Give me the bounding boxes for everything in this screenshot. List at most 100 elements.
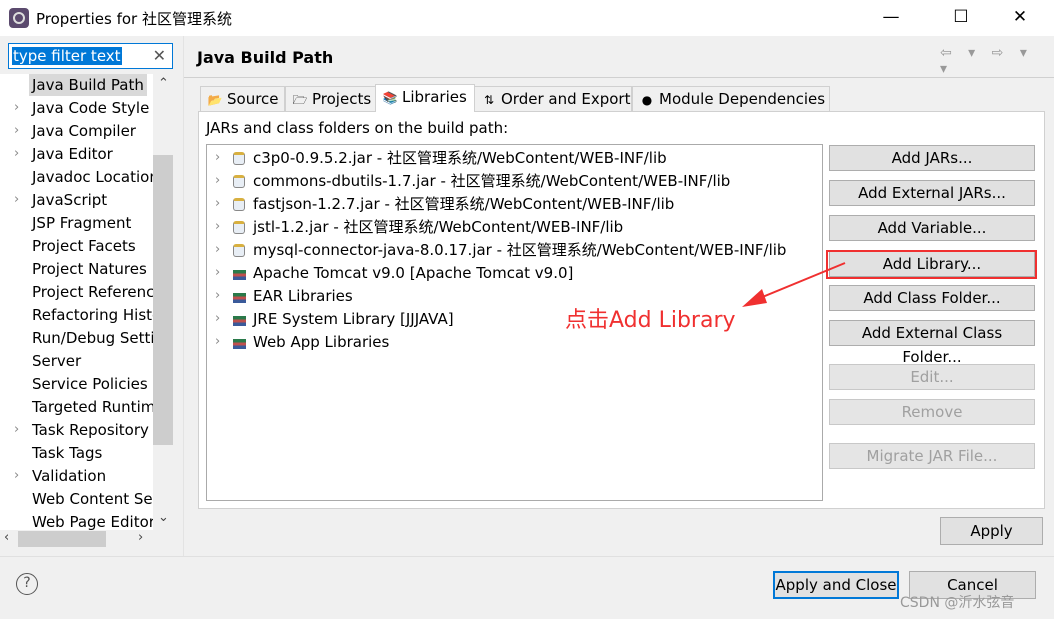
minimize-button[interactable]: — — [868, 0, 914, 36]
window-title: Properties for 社区管理系统 — [36, 10, 232, 28]
tree-item[interactable]: Project Facets — [0, 235, 153, 258]
tab-label: Projects — [312, 90, 372, 108]
tab-label: Source — [227, 90, 279, 108]
scroll-up-icon[interactable]: ⌃ — [158, 76, 169, 91]
tree-item[interactable]: › Task Repository — [0, 419, 153, 442]
clear-icon[interactable]: ✕ — [153, 46, 166, 65]
add-external-class-folder-button[interactable]: Add External Class Folder... — [829, 320, 1035, 366]
entry-label: Apache Tomcat v9.0 [Apache Tomcat v9.0] — [253, 264, 574, 282]
chevron-right-icon[interactable]: › — [14, 465, 19, 487]
chevron-right-icon[interactable]: › — [215, 308, 220, 330]
tree-item-label: Validation — [32, 467, 107, 485]
tree-item[interactable]: Project References — [0, 281, 153, 304]
eclipse-app-icon — [9, 8, 29, 28]
tree-item[interactable]: Targeted Runtimes — [0, 396, 153, 419]
tree-item[interactable]: Web Page Editor — [0, 511, 153, 530]
header-divider — [184, 77, 1054, 78]
remove-button[interactable]: Remove — [829, 399, 1035, 425]
entry-label: commons-dbutils-1.7.jar - 社区管理系统/WebCont… — [253, 172, 731, 190]
tab-label: Order and Export — [501, 90, 631, 108]
source-folder-icon: 📂 — [207, 93, 223, 107]
tree-item[interactable]: Javadoc Location — [0, 166, 153, 189]
scroll-down-icon[interactable]: ⌄ — [158, 510, 169, 525]
sash-divider[interactable] — [183, 36, 184, 556]
tab-projects[interactable]: 🗁 Projects — [285, 86, 376, 112]
filter-text[interactable]: type filter text — [12, 47, 122, 65]
add-class-folder-button[interactable]: Add Class Folder... — [829, 285, 1035, 311]
chevron-right-icon[interactable]: › — [14, 120, 19, 142]
tree-item[interactable]: › Java Compiler — [0, 120, 153, 143]
tab-module-dependencies[interactable]: ● Module Dependencies — [632, 86, 830, 112]
chevron-right-icon[interactable]: › — [215, 239, 220, 261]
tree-item[interactable]: Web Content Settings — [0, 488, 153, 511]
apply-and-close-button[interactable]: Apply and Close — [773, 571, 899, 599]
tree-item[interactable]: › Java Code Style — [0, 97, 153, 120]
tree-item[interactable]: Project Natures — [0, 258, 153, 281]
tree-item-label: JSP Fragment — [32, 214, 132, 232]
migrate-jar-button[interactable]: Migrate JAR File... — [829, 443, 1035, 469]
tree-item[interactable]: JSP Fragment — [0, 212, 153, 235]
tree-item[interactable]: Java Build Path — [0, 74, 153, 97]
scroll-right-icon[interactable]: › — [138, 530, 143, 545]
tree-item[interactable]: Refactoring History — [0, 304, 153, 327]
tree-item-label: Java Code Style — [32, 99, 150, 117]
jar-icon — [233, 198, 245, 211]
edit-button[interactable]: Edit... — [829, 364, 1035, 390]
entry-label: Web App Libraries — [253, 333, 390, 351]
entry-label: EAR Libraries — [253, 287, 353, 305]
chevron-right-icon[interactable]: › — [14, 143, 19, 165]
entry-label: jstl-1.2.jar - 社区管理系统/WebContent/WEB-INF… — [253, 218, 624, 236]
jar-icon — [233, 244, 245, 257]
chevron-right-icon[interactable]: › — [14, 97, 19, 119]
jar-icon — [233, 152, 245, 165]
tree-scroll-thumb[interactable] — [153, 155, 173, 445]
property-tree: Java Build Path › Java Code Style › Java Com… — [0, 74, 153, 530]
history-nav-icons[interactable]: ⇦ ▾ ⇨ ▾ ▾ — [940, 45, 1054, 77]
scroll-left-icon[interactable]: ‹ — [4, 530, 9, 545]
tree-item-label: Targeted Runtimes — [32, 398, 153, 416]
tree-item[interactable]: Task Tags — [0, 442, 153, 465]
order-icon: ⇅ — [483, 93, 495, 107]
tab-label: Libraries — [402, 88, 467, 106]
add-external-jars-button[interactable]: Add External JARs... — [829, 180, 1035, 206]
add-variable-button[interactable]: Add Variable... — [829, 215, 1035, 241]
tree-item[interactable]: Service Policies — [0, 373, 153, 396]
tree-item-label: Server — [32, 352, 82, 370]
help-icon[interactable]: ? — [16, 573, 38, 595]
tree-item-label: Task Tags — [32, 444, 103, 462]
tree-item[interactable]: › Java Editor — [0, 143, 153, 166]
tree-item-label: JavaScript — [32, 191, 108, 209]
chevron-right-icon[interactable]: › — [215, 170, 220, 192]
chevron-right-icon[interactable]: › — [14, 189, 19, 211]
tree-item-label: Web Content Settings — [32, 490, 153, 508]
chevron-right-icon[interactable]: › — [215, 147, 220, 169]
chevron-right-icon[interactable]: › — [215, 285, 220, 307]
tree-hscroll-thumb[interactable] — [18, 531, 106, 547]
tree-item-label: Java Build Path — [29, 74, 147, 96]
tree-item[interactable]: › JavaScript — [0, 189, 153, 212]
library-icon — [233, 293, 246, 303]
chevron-right-icon[interactable]: › — [215, 216, 220, 238]
entry-label: c3p0-0.9.5.2.jar - 社区管理系统/WebContent/WEB… — [253, 149, 667, 167]
maximize-button[interactable]: ☐ — [938, 0, 984, 36]
tab-libraries[interactable]: 📚 Libraries — [375, 84, 475, 112]
chevron-right-icon[interactable]: › — [215, 331, 220, 353]
tab-source[interactable]: 📂 Source — [200, 86, 285, 112]
add-jars-button[interactable]: Add JARs... — [829, 145, 1035, 171]
tree-item[interactable]: › Validation — [0, 465, 153, 488]
close-button[interactable]: ✕ — [997, 0, 1043, 36]
tree-item-label: Refactoring History — [32, 306, 153, 324]
tab-order-and-export[interactable]: ⇅ Order and Export — [474, 86, 632, 112]
chevron-right-icon[interactable]: › — [215, 193, 220, 215]
tree-item[interactable]: Server — [0, 350, 153, 373]
tree-item[interactable]: Run/Debug Settings — [0, 327, 153, 350]
tree-item-label: Web Page Editor — [32, 513, 153, 530]
tree-item-label: Javadoc Location — [32, 168, 153, 186]
apply-button[interactable]: Apply — [940, 517, 1043, 545]
module-icon: ● — [641, 93, 653, 107]
chevron-right-icon[interactable]: › — [14, 419, 19, 441]
tree-item-label: Java Editor — [32, 145, 113, 163]
chevron-right-icon[interactable]: › — [215, 262, 220, 284]
page-title: Java Build Path — [197, 48, 334, 67]
filter-input[interactable]: type filter text ✕ — [8, 43, 173, 69]
